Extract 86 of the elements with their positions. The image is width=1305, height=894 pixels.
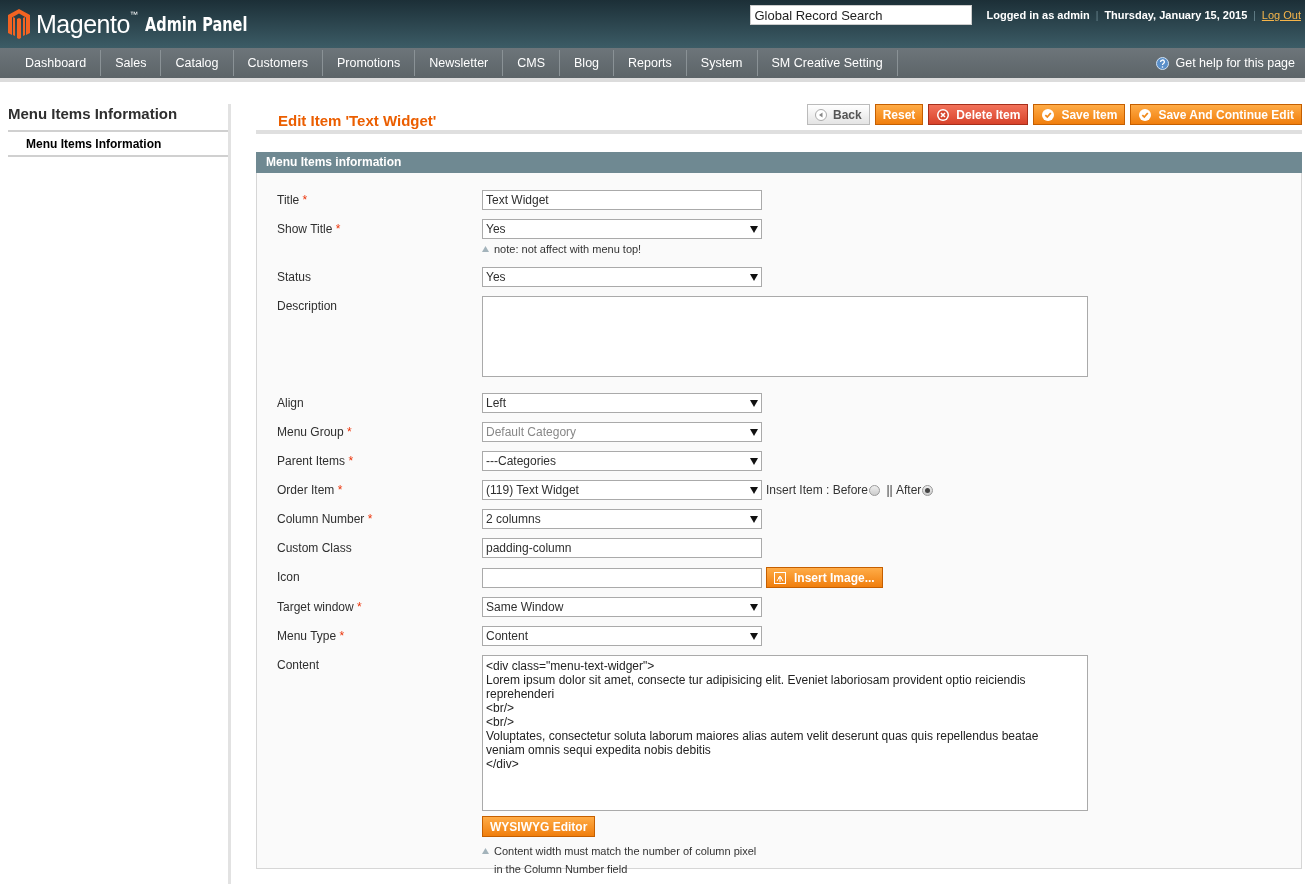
- note-triangle-icon: [482, 246, 489, 252]
- help-icon: [1156, 56, 1170, 70]
- nav-menu-item[interactable]: Promotions: [322, 50, 416, 76]
- separator-text: ||: [885, 483, 894, 497]
- field-label: Show Title: [277, 222, 333, 236]
- field-label: Column Number: [277, 512, 365, 526]
- required-asterisk: *: [335, 222, 341, 236]
- dropdown-field[interactable]: Content: [482, 626, 762, 646]
- page-title: Edit Item 'Text Widget': [278, 112, 438, 130]
- dropdown-field[interactable]: 2 columns: [482, 509, 762, 529]
- required-asterisk: *: [347, 425, 352, 439]
- required-asterisk: *: [367, 512, 373, 526]
- logo-subtitle: Admin Panel: [145, 13, 248, 35]
- dropdown-field[interactable]: Yes: [482, 219, 762, 239]
- field-label: Custom Class: [277, 541, 352, 555]
- nav-menu-item[interactable]: Blog: [560, 50, 615, 76]
- required-asterisk: *: [302, 193, 308, 207]
- back-button[interactable]: Back: [807, 104, 870, 125]
- dropdown-field[interactable]: Left: [482, 393, 762, 413]
- dropdown-field[interactable]: (119) Text Widget: [482, 480, 762, 500]
- radio-label: Before: [832, 483, 869, 497]
- text-field[interactable]: [482, 567, 762, 588]
- radio-button[interactable]: [869, 484, 881, 496]
- caret-icon: [750, 632, 758, 640]
- nav-menu-item[interactable]: SM Creative Setting: [757, 50, 898, 76]
- sidebar-title: Menu Items Information: [8, 104, 228, 132]
- check-circle-icon: [1138, 107, 1153, 122]
- caret-icon: [750, 399, 758, 407]
- text-field[interactable]: padding-column: [482, 538, 762, 558]
- field-label: Target window: [277, 600, 354, 614]
- field-note: note: not affect with menu top!: [494, 242, 642, 257]
- required-asterisk: *: [339, 629, 345, 643]
- global-search-field[interactable]: Global Record Search: [750, 5, 973, 25]
- content-text-area[interactable]: <div class="menu-text-widger"> Lorem ipsum dolor sit amet, consecte tur adipisicing elit. Eveniet laboriosam provident optio reiciendis reprehenderi <br/> <br/> Voluptates, consectetur soluta laborum maiores alias autem velit deserunt quas quis repellendus beatae veniam omnis sequi expedita nobis debitis </div>: [482, 655, 1088, 811]
- field-label: Order Item: [277, 483, 335, 497]
- logout-link[interactable]: Log Out: [1261, 9, 1301, 21]
- magento-logo-icon: [8, 9, 30, 39]
- nav-menu-item[interactable]: Reports: [614, 50, 687, 76]
- caret-icon: [750, 273, 758, 281]
- required-asterisk: *: [348, 454, 354, 468]
- nav-menu-item[interactable]: System: [686, 50, 758, 76]
- dropdown-field[interactable]: Same Window: [482, 597, 762, 617]
- text-field[interactable]: Text Widget: [482, 190, 762, 210]
- field-label: Title: [277, 193, 300, 207]
- image-icon: [774, 571, 786, 584]
- help-link[interactable]: Get help for this page: [1175, 56, 1295, 70]
- separator-text: |: [1253, 9, 1256, 21]
- field-label: Content: [277, 658, 320, 672]
- caret-icon: [750, 225, 758, 233]
- caret-icon: [750, 515, 758, 523]
- text-area-field[interactable]: [482, 296, 1088, 377]
- separator-text: |: [1095, 9, 1099, 21]
- nav-menu-item[interactable]: Catalog: [161, 50, 234, 76]
- nav-menu-item[interactable]: Dashboard: [11, 50, 102, 76]
- cross-circle-icon: [936, 107, 951, 122]
- radio-label: After: [895, 483, 922, 497]
- caret-icon: [750, 428, 758, 436]
- field-label: Icon: [277, 570, 300, 584]
- date-text: Thursday, January 15, 2015: [1104, 9, 1248, 21]
- dropdown-field[interactable]: ---Categories: [482, 451, 762, 471]
- nav-menu-item[interactable]: Sales: [101, 50, 162, 76]
- nav-menu-item[interactable]: Newsletter: [415, 50, 504, 76]
- field-label: Menu Type: [277, 629, 337, 643]
- nav-menu-item[interactable]: Customers: [233, 50, 323, 76]
- caret-icon: [750, 486, 758, 494]
- delete-button[interactable]: Delete Item: [928, 104, 1029, 125]
- insert-item-label: Insert Item :: [766, 483, 831, 497]
- note-triangle-icon: [482, 848, 489, 854]
- caret-icon: [750, 603, 758, 611]
- logo-text: Magento™: [36, 9, 138, 39]
- check-circle-icon: [1041, 107, 1056, 122]
- logged-in-text: Logged in as admin: [986, 9, 1090, 21]
- field-note: Content width must match the number of column pixel in the Column Number field: [494, 844, 758, 877]
- dropdown-field[interactable]: Yes: [482, 267, 762, 287]
- field-label: Align: [277, 396, 304, 410]
- field-label: Status: [277, 270, 312, 284]
- sidebar-tab[interactable]: Menu Items Information: [8, 132, 228, 157]
- required-asterisk: *: [337, 483, 343, 497]
- field-label: Description: [277, 299, 338, 313]
- field-label: Parent Items: [277, 454, 346, 468]
- radio-button[interactable]: [922, 484, 934, 496]
- required-asterisk: *: [357, 600, 362, 614]
- caret-icon: [750, 457, 758, 465]
- field-label: Menu Group: [277, 425, 344, 439]
- section-header: Menu Items information: [256, 152, 1302, 173]
- nav-menu-item[interactable]: CMS: [503, 50, 561, 76]
